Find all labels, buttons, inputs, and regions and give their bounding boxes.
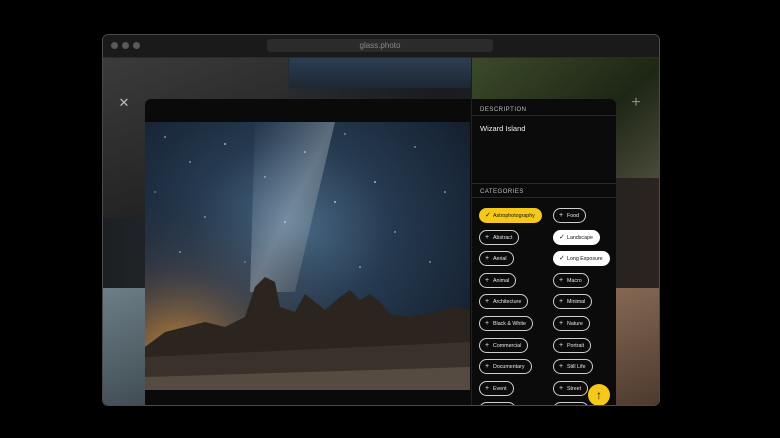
category-chip[interactable]: + Animal <box>479 272 517 288</box>
category-chip-label: Minimal <box>567 299 586 306</box>
category-chip-label: Aerial <box>493 256 507 263</box>
photo-detail-modal: DESCRIPTION Wizard Island CATEGORIES ✓ As… <box>145 99 616 405</box>
category-chip-label: Event <box>493 385 507 392</box>
description-label: DESCRIPTION <box>480 107 527 113</box>
check-icon: ✓ <box>485 212 491 219</box>
category-chip[interactable]: + Aerial <box>479 251 514 267</box>
category-chip[interactable]: + Architecture <box>479 294 529 310</box>
plus-icon: + <box>485 384 490 392</box>
category-chip[interactable]: + Abstract <box>479 229 520 245</box>
plus-icon: + <box>559 363 564 371</box>
category-chip-label: Black & White <box>493 321 526 327</box>
category-chip[interactable]: + Documentary <box>479 359 532 375</box>
maximize-window-dot[interactable] <box>133 42 140 49</box>
plus-icon: + <box>485 298 490 306</box>
plus-icon: + <box>559 341 564 349</box>
category-chip[interactable]: + Black & White <box>479 316 533 331</box>
arrow-up-icon[interactable]: ↑ <box>588 384 610 405</box>
category-chip[interactable]: + Still Life <box>553 359 593 375</box>
category-chip[interactable]: + Portrait <box>553 337 592 353</box>
category-chip-label: Portrait <box>567 342 585 349</box>
divider <box>472 183 616 184</box>
categories-label: CATEGORIES <box>480 189 524 195</box>
check-icon: ✓ <box>559 255 565 263</box>
address-bar[interactable]: glass.photo <box>267 39 493 52</box>
category-chip-label: Still Life <box>567 364 586 371</box>
plus-icon: + <box>485 403 493 405</box>
category-chip[interactable]: ✓ Astrophotography <box>479 208 542 223</box>
plus-icon: + <box>559 384 564 392</box>
category-chip[interactable]: + Street <box>553 380 589 396</box>
category-chip-label: Abstract <box>493 234 513 241</box>
category-chip-label: Street <box>567 385 582 392</box>
gallery-photo <box>289 58 471 88</box>
category-chip[interactable]: ✓ Landscape <box>553 229 600 245</box>
category-chip-label: Landscape <box>567 234 593 241</box>
category-chip-label: Long Exposure <box>567 256 603 263</box>
plus-icon: + <box>485 320 490 327</box>
category-chip[interactable]: +Family <box>479 402 516 405</box>
category-chip-label: Commercial <box>493 342 522 349</box>
divider <box>472 115 616 116</box>
details-panel: DESCRIPTION Wizard Island CATEGORIES ✓ As… <box>471 99 616 405</box>
plus-icon: + <box>485 363 490 371</box>
category-chip-label: Documentary <box>493 364 525 371</box>
gallery-background: ✕ + DESCRIPTION Wizard Island CATEGORIES… <box>103 58 659 405</box>
minimize-window-dot[interactable] <box>122 42 129 49</box>
night-sky-photo <box>145 122 470 390</box>
category-chip[interactable]: + Food <box>553 208 587 223</box>
plus-icon: + <box>559 320 564 327</box>
category-chip[interactable]: + Macro <box>553 272 589 288</box>
browser-window: glass.photo ✕ + DESCRIPTION Wizard Islan… <box>102 34 660 406</box>
category-chip-label: Animal <box>493 277 510 284</box>
plus-icon: + <box>559 403 567 405</box>
category-chip[interactable]: + Commercial <box>479 337 529 353</box>
category-chip[interactable]: + Nature <box>553 316 590 331</box>
category-chip[interactable]: ✓ Long Exposure <box>553 251 610 267</box>
category-chip[interactable]: + Minimal <box>553 294 593 310</box>
category-chip-label: Food <box>567 213 580 219</box>
close-icon[interactable]: ✕ <box>118 96 130 109</box>
plus-icon: + <box>559 276 564 284</box>
category-chip-label: Architecture <box>493 299 522 306</box>
category-chip[interactable]: +Studio <box>553 402 590 405</box>
plus-icon: + <box>485 276 490 284</box>
check-icon: ✓ <box>559 233 565 241</box>
category-chip-label: Astrophotography <box>493 213 535 219</box>
category-chip[interactable]: + Event <box>479 380 514 396</box>
plus-icon: + <box>485 255 490 263</box>
divider <box>472 197 616 198</box>
plus-icon: + <box>485 233 490 241</box>
close-window-dot[interactable] <box>111 42 118 49</box>
description-input[interactable]: Wizard Island <box>480 124 525 133</box>
plus-icon[interactable]: + <box>629 95 643 111</box>
plus-icon: + <box>485 341 490 349</box>
photo-preview <box>145 122 470 390</box>
plus-icon: + <box>559 298 564 306</box>
title-bar: glass.photo <box>103 35 659 58</box>
category-chip-label: Nature <box>567 321 583 327</box>
plus-icon: + <box>559 212 564 219</box>
category-chip-label: Macro <box>567 277 582 284</box>
